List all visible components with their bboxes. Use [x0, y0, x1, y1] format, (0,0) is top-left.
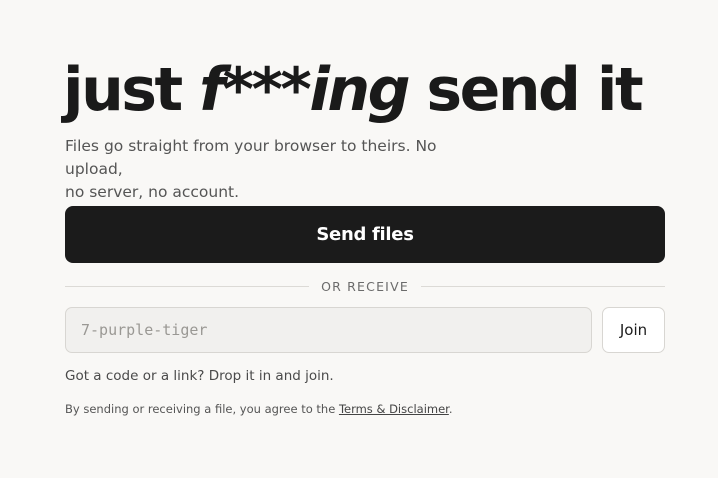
- headline: just f***ing send it: [63, 52, 644, 128]
- tagline: Files go straight from your browser to t…: [65, 135, 495, 204]
- terms-link[interactable]: Terms & Disclaimer: [339, 402, 449, 416]
- headline-emphasis: f***ing: [199, 55, 410, 125]
- or-receive-divider: OR RECEIVE: [65, 276, 665, 296]
- headline-start: just: [63, 55, 200, 125]
- receive-code-input[interactable]: [65, 307, 592, 353]
- tagline-line-2: no server, no account.: [65, 183, 240, 201]
- divider-line-right: [420, 285, 665, 287]
- tagline-line-1: Files go straight from your browser to t…: [65, 137, 437, 178]
- page: just f***ing send it Files go straight f…: [0, 0, 718, 478]
- legal-notice: By sending or receiving a file, you agre…: [65, 402, 453, 416]
- legal-suffix: .: [448, 402, 453, 416]
- join-button[interactable]: Join: [602, 307, 665, 353]
- headline-end: send it: [408, 55, 643, 125]
- receive-hint: Got a code or a link? Drop it in and joi…: [65, 368, 334, 384]
- send-files-button[interactable]: Send files: [65, 206, 665, 263]
- legal-prefix: By sending or receiving a file, you agre…: [65, 402, 339, 416]
- divider-line-left: [65, 285, 310, 287]
- divider-label: OR RECEIVE: [321, 278, 409, 294]
